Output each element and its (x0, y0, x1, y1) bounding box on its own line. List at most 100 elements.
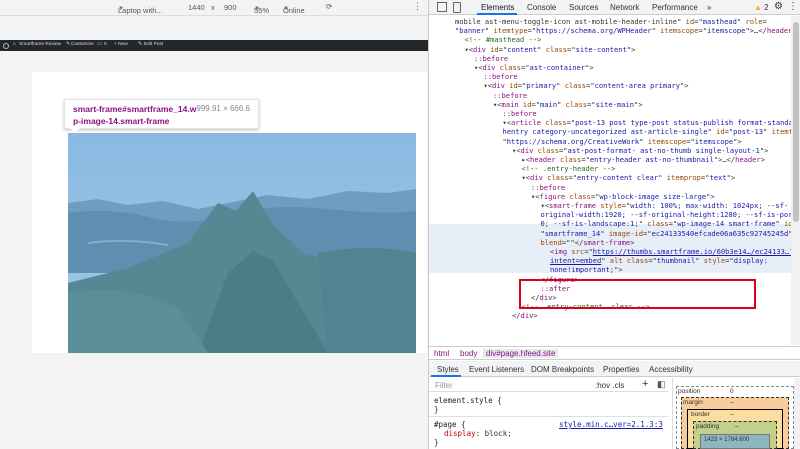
dom-node-line[interactable]: hentry category-uncategorized ast-articl… (503, 127, 792, 136)
rotate-icon[interactable]: ⟳ (326, 2, 332, 11)
dom-token: div (520, 311, 534, 321)
dom-token: "> (626, 44, 636, 54)
menu-kebab-icon[interactable]: ⋮ (788, 1, 798, 12)
dom-node-line[interactable]: ▾<div class="entry-content clear" itempr… (522, 173, 736, 182)
dom-node-line[interactable]: ▸<header class="entry-header ast-no-thum… (522, 155, 765, 164)
dom-node-line[interactable]: "https://schema.org/CreativeWork" itemsc… (503, 137, 742, 146)
dom-node-line[interactable]: ▾<article class="post-13 post type-post … (503, 118, 792, 127)
box-padding-label: padding (696, 423, 720, 430)
dom-node-line[interactable]: ▾<smart-frame style="width: 100%; max-wi… (541, 201, 789, 210)
crumb-body[interactable]: body (460, 349, 477, 358)
dom-node-line[interactable]: mobile ast-menu-toggle-icon ast-mobile-h… (455, 17, 767, 26)
device-toggle-icon[interactable] (453, 2, 461, 13)
hov-toggle[interactable]: :hov .cls (595, 381, 624, 390)
dom-node-line[interactable]: ::before (474, 54, 508, 63)
dom-node-line[interactable]: ::before (484, 72, 518, 81)
height-input[interactable]: 900 (224, 3, 237, 12)
dom-token: =" (527, 26, 537, 36)
dom-node-line[interactable]: none!important;"> (550, 265, 623, 274)
rule-page-selector[interactable]: #page { (434, 420, 466, 429)
admin-bar-edit-post[interactable]: Edit Post (144, 42, 163, 47)
dom-token: id (509, 81, 518, 91)
comments-icon[interactable]: ▭ (97, 42, 102, 47)
customize-icon[interactable]: ✎ (66, 42, 70, 47)
rule-source-link[interactable]: style.min.c…ver=2.1.3:3 (559, 420, 663, 429)
dom-node-line[interactable]: <img src="https://thumbs.smartframe.io/6… (550, 247, 791, 256)
warnings-badge[interactable]: ▲ 2 (754, 3, 769, 12)
dom-node-line[interactable]: ▾<figure class="wp-block-image size-larg… (531, 192, 715, 201)
dom-token: alt (609, 256, 623, 266)
tooltip-selector-line1: smart-frame#smartframe_14.w (73, 104, 197, 114)
dom-scrollbar[interactable] (791, 16, 800, 345)
dom-node-line[interactable]: ::before (531, 183, 565, 192)
tooltip-arrow (70, 128, 80, 133)
dom-node-line[interactable]: ▾<div class="ast-post-format- ast-no-thu… (512, 146, 768, 155)
dom-node-line[interactable]: ::before (503, 109, 537, 118)
more-options-icon[interactable]: ⋮ (413, 1, 422, 12)
tab-more[interactable]: » (707, 3, 711, 12)
dom-token: original-width:1920; --sf-original-heigh… (540, 210, 792, 220)
width-input[interactable]: 1440 (188, 3, 205, 12)
tab-dom-breakpoints[interactable]: DOM Breakpoints (531, 365, 594, 374)
dom-token: "> (614, 265, 623, 275)
crumb-html[interactable]: html (434, 349, 449, 358)
dom-node-line[interactable]: ▾<div id="content" class="site-content"> (465, 45, 636, 54)
dom-node-line[interactable]: intent=embed" alt class="thumbnail" styl… (550, 256, 768, 265)
dom-token: entry-header ast-no-thumbnail (589, 155, 714, 164)
dom-scrollbar-thumb[interactable] (793, 22, 799, 222)
dom-node-line[interactable]: "smartframe_14" image-id="ec24133540efca… (541, 229, 792, 238)
tab-event-listeners[interactable]: Event Listeners (469, 365, 524, 374)
dom-node-line[interactable]: 0; --sf-is-landscape:1;" class="wp-image… (541, 219, 792, 228)
rule-declaration[interactable]: display: block; (444, 429, 512, 438)
dom-token: ec24133540efcade06a635c92745245d (651, 228, 789, 238)
admin-bar-comments[interactable]: 0 (104, 42, 107, 47)
dom-token: ▸< (521, 155, 531, 164)
tab-console[interactable]: Console (527, 3, 556, 12)
new-rule-button[interactable]: + (642, 378, 648, 390)
admin-bar-new[interactable]: + New (114, 42, 128, 47)
styles-filter-input[interactable]: Filter (435, 381, 453, 390)
dom-token: " (556, 81, 565, 91)
dom-tree[interactable]: mobile ast-menu-toggle-icon ast-mobile-h… (429, 16, 791, 345)
dom-token: " (658, 173, 667, 183)
rule-element-style[interactable]: element.style { (434, 396, 502, 405)
smart-frame-image[interactable] (68, 133, 416, 353)
dom-token: header (530, 155, 556, 164)
tab-properties[interactable]: Properties (603, 365, 639, 374)
tab-styles[interactable]: Styles (437, 365, 459, 374)
dom-token: itemscope (694, 136, 734, 146)
edit-icon[interactable]: ✎ (138, 42, 142, 47)
dom-token: class (647, 219, 669, 229)
dom-node-line[interactable]: <!-- #masthead --> (465, 35, 542, 44)
dom-token: ▾< (464, 44, 474, 54)
styles-scrollbar[interactable] (794, 378, 800, 449)
tab-performance[interactable]: Performance (652, 3, 698, 12)
dom-token: = (762, 17, 767, 26)
dom-node-line[interactable]: original-width:1920; --sf-original-heigh… (541, 210, 792, 219)
dom-node-line[interactable]: ▾<div class="ast-container"> (474, 63, 594, 72)
dom-node-line[interactable]: blend=""</smart-frame> (541, 238, 635, 247)
cls-toggle[interactable]: .cls (612, 381, 624, 390)
tab-network[interactable]: Network (610, 3, 639, 12)
sidebar-toggle-icon[interactable]: ◧ (657, 379, 666, 390)
dom-node-line[interactable]: </div> (512, 311, 538, 320)
tab-accessibility[interactable]: Accessibility (649, 365, 693, 374)
dom-node-line[interactable]: ▾<div id="primary" class="content-area p… (484, 81, 689, 90)
admin-bar-site[interactable]: Smartframe Review (19, 42, 61, 47)
dom-token: =" (643, 228, 652, 238)
settings-gear-icon[interactable]: ⚙ (774, 1, 783, 12)
admin-bar-customize[interactable]: Customize (71, 42, 94, 47)
crumb-div-page[interactable]: div#page.hfeed.site (483, 349, 559, 358)
dom-node-line[interactable]: ::before (493, 91, 527, 100)
dom-token: =" (521, 63, 530, 72)
inspect-element-icon[interactable] (437, 2, 447, 12)
dom-node-line[interactable]: "banner" itemtype="https://schema.org/WP… (455, 26, 791, 35)
dom-token: class (545, 118, 567, 128)
dom-node-line[interactable]: ▾<main id="main" class="site-main"> (493, 100, 643, 109)
home-icon[interactable]: ⌂ (13, 42, 16, 47)
wordpress-logo-icon[interactable] (3, 42, 9, 49)
tab-elements[interactable]: Elements (481, 3, 514, 12)
dom-node-line[interactable]: <!-- .entry-header --> (522, 164, 616, 173)
dom-token: article (511, 118, 541, 128)
tab-sources[interactable]: Sources (569, 3, 598, 12)
